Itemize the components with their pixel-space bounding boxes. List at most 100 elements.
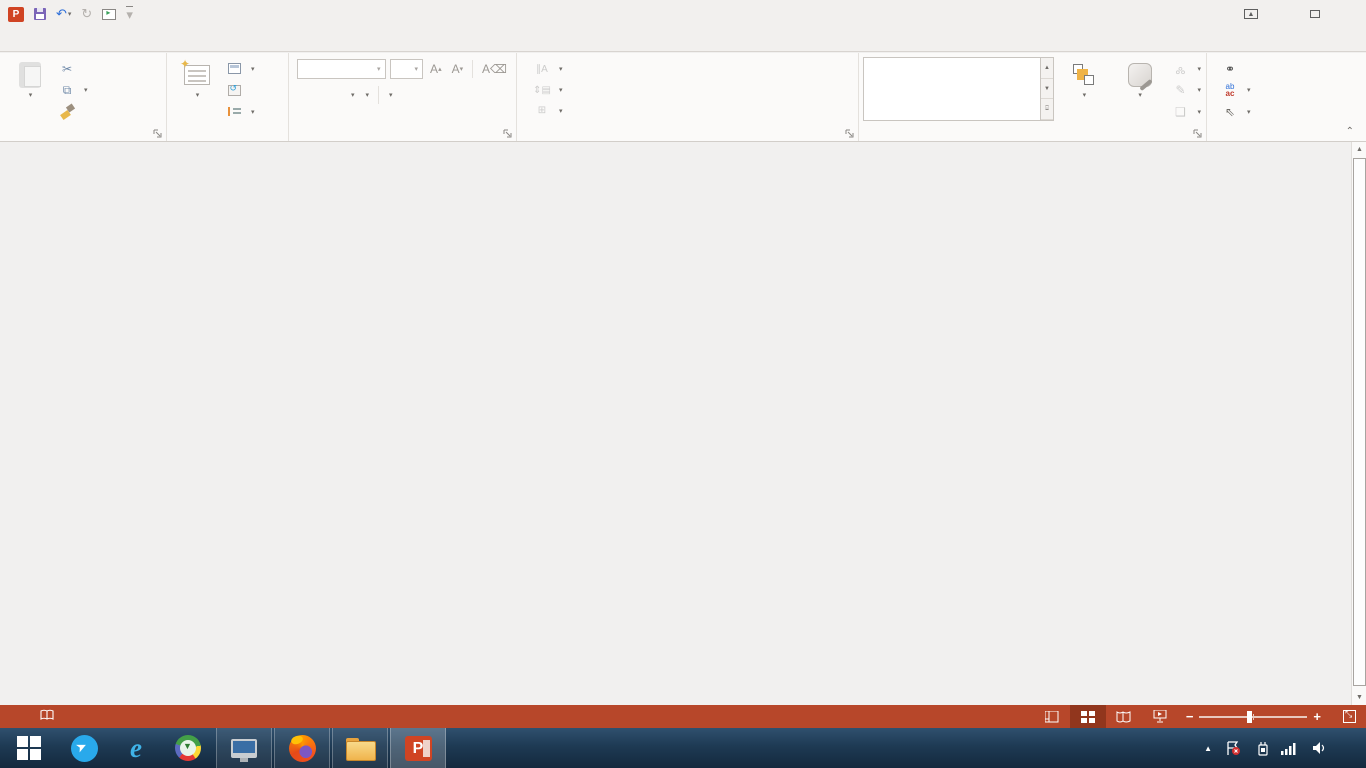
font-group: ▾ ▾ A▴ A▾ A⌫ ▾ ▾ ▾ [289,53,517,141]
reset-button[interactable] [223,80,258,101]
slide-sorter-view-button[interactable] [1070,705,1106,728]
save-icon [34,8,46,20]
slides-group: ▾ ▾ ▾ [167,53,289,141]
restore-button[interactable] [1300,3,1330,25]
power-icon[interactable] [1254,741,1268,756]
section-icon [228,106,241,117]
layout-button[interactable]: ▾ [223,58,258,79]
idm-icon [175,735,201,761]
show-hidden-icons-button[interactable]: ▲ [1204,744,1212,753]
spell-check-icon[interactable] [40,709,54,725]
customize-quick-access-button[interactable]: ▾ [126,6,133,23]
paragraph-dialog-launcher[interactable] [845,129,855,139]
slideshow-icon [102,9,116,20]
arrange-button[interactable]: ▾ [1058,57,1110,123]
section-button[interactable]: ▾ [223,101,258,122]
windows-logo-icon [17,736,41,760]
taskbar-internet-explorer[interactable]: e [110,728,162,768]
format-painter-icon [61,105,74,118]
zoom-slider-thumb[interactable] [1247,711,1252,723]
slide-sorter-area: ▲ ▼ [0,142,1366,705]
shape-gallery [863,57,1041,121]
font-color-button[interactable]: ▾ [385,91,396,99]
close-button[interactable] [1332,3,1362,25]
new-slide-button[interactable]: ▾ [171,57,223,123]
scroll-up-arrow[interactable]: ▲ [1353,142,1366,157]
system-tray: ▲ [1204,728,1366,768]
gallery-scroll-up-button[interactable]: ▲ [1041,58,1053,79]
arrange-icon [1073,64,1095,86]
undo-button[interactable]: ↶▾ [56,6,71,22]
shape-effects-button[interactable]: ❑▾ [1169,101,1204,122]
fit-slide-to-window-button[interactable] [1343,710,1356,723]
clipboard-dialog-launcher[interactable] [153,129,163,139]
zoom-in-button[interactable]: + [1313,709,1321,724]
internet-explorer-icon: e [130,733,142,764]
gallery-scroll-down-button[interactable]: ▼ [1041,79,1053,100]
minimize-button[interactable] [1268,3,1298,25]
shape-outline-button[interactable]: ✎▾ [1169,80,1204,101]
gallery-more-button[interactable]: ⍗ [1041,99,1053,120]
slide-show-button[interactable] [1142,705,1178,728]
taskbar-file-explorer[interactable] [332,728,388,768]
new-slide-icon [184,65,210,85]
file-explorer-icon [346,738,374,759]
ribbon-tab-row [0,28,1366,52]
start-from-beginning-button[interactable] [102,9,116,20]
align-text-button[interactable]: ⇕▤▾ [531,80,566,101]
character-spacing-button[interactable]: ▾ [347,91,358,99]
scroll-down-arrow[interactable]: ▼ [1353,690,1366,705]
ribbon-display-icon: ▲ [1244,9,1258,19]
paragraph-group: ∥A▾ ⇕▤▾ ⊞▾ [517,53,859,141]
reset-icon [228,85,241,96]
collapse-ribbon-button[interactable]: ⌃ [1346,126,1354,137]
zoom-slider[interactable] [1199,716,1307,718]
scrollbar-thumb[interactable] [1353,158,1366,686]
taskbar-on-screen-keyboard[interactable] [216,728,272,768]
normal-view-button[interactable] [1034,705,1070,728]
convert-smartart-button[interactable]: ⊞▾ [531,100,566,121]
reading-view-button[interactable] [1106,705,1142,728]
copy-icon: ⧉ [59,83,75,98]
telegram-icon [71,735,98,762]
ribbon-display-options-button[interactable]: ▲ [1236,3,1266,25]
paste-button[interactable]: ▾ [4,57,56,123]
taskbar-idm[interactable] [162,728,214,768]
zoom-out-button[interactable]: − [1186,709,1194,724]
increase-font-size-button[interactable]: A▴ [427,62,445,76]
font-name-combo[interactable]: ▾ [297,59,386,79]
cut-button[interactable]: ✂ [56,58,91,79]
find-button[interactable]: ⚭ [1219,58,1254,79]
text-direction-button[interactable]: ∥A▾ [531,59,566,80]
powerpoint-logo-icon[interactable]: P [8,7,24,22]
vertical-scrollbar[interactable]: ▲ ▼ [1351,142,1366,705]
font-size-combo[interactable]: ▾ [390,59,424,79]
quick-styles-button[interactable]: ▾ [1114,57,1166,123]
help-button[interactable] [1204,3,1234,25]
taskbar: e P ▲ [0,728,1366,768]
action-center-icon[interactable] [1225,741,1241,756]
drawing-dialog-launcher[interactable] [1193,129,1203,139]
start-button[interactable] [0,728,58,768]
powerpoint-window: P ↶▾ ↻ ▾ ▲ ▾ [0,0,1366,768]
taskbar-telegram[interactable] [58,728,110,768]
select-button[interactable]: ⇖▾ [1219,101,1254,122]
replace-icon: abac [1226,83,1235,97]
replace-button[interactable]: abac▾ [1219,80,1254,101]
shape-fill-button[interactable]: 🝆▾ [1169,58,1204,79]
paste-icon [19,62,41,88]
clear-formatting-button[interactable]: A⌫ [479,62,510,76]
keyboard-icon [231,739,257,758]
redo-button[interactable]: ↻ [81,6,92,22]
change-case-button[interactable]: ▾ [362,91,373,99]
decrease-font-size-button[interactable]: A▾ [449,62,467,76]
taskbar-firefox[interactable] [274,728,330,768]
format-painter-button[interactable] [56,101,91,122]
taskbar-powerpoint[interactable]: P [390,728,446,768]
save-button[interactable] [34,8,46,20]
volume-icon[interactable] [1312,741,1328,755]
font-dialog-launcher[interactable] [503,129,513,139]
network-signal-icon[interactable] [1281,741,1299,755]
layout-icon [228,63,241,74]
copy-button[interactable]: ⧉▾ [56,80,91,101]
